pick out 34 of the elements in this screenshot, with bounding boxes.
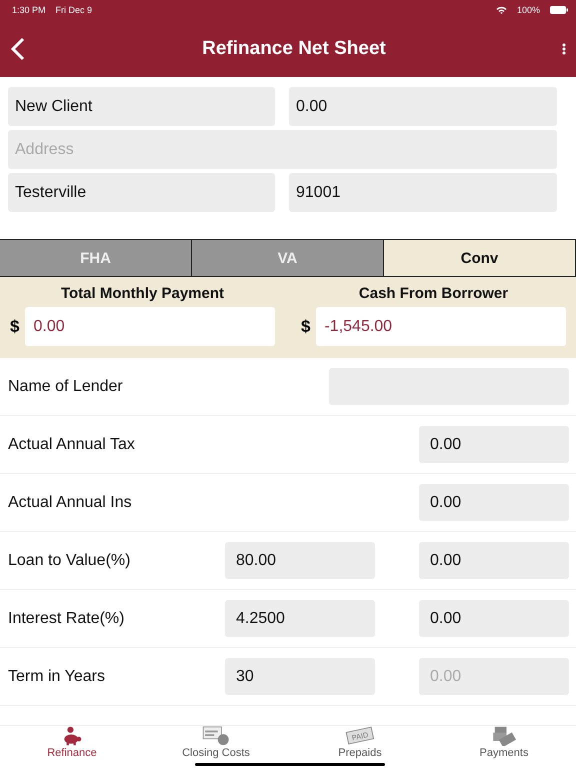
row-label: Actual Annual Tax [8,436,136,454]
input-field[interactable]: 91001 [289,173,557,212]
row-label: Interest Rate(%) [8,610,126,628]
back-icon[interactable] [10,36,26,60]
amount-field[interactable]: 0.00 [25,307,275,346]
loan-type-tab[interactable]: Conv [383,240,576,276]
input-field[interactable]: 0.00 [419,542,569,579]
input-field[interactable]: Testerville [8,173,275,212]
row-label: Term in Years [8,668,106,686]
row-label: Actual Annual Ins [8,494,133,512]
battery-percent: 100% [516,5,540,15]
status-time: 1:30 PM [12,5,46,15]
input-field[interactable]: 80.00 [225,542,375,579]
currency-sign: $ [301,316,310,336]
input-field[interactable]: 0.00 [289,87,557,126]
input-field[interactable]: 0.00 [419,426,569,463]
row-label: Name of Lender [8,378,124,396]
tab-bar-item[interactable]: Refinance [0,726,144,768]
input-field[interactable]: 0.00 [419,484,569,521]
currency-sign: $ [10,316,20,336]
row-label: Loan to Value(%) [8,552,132,570]
status-date: Fri Dec 9 [56,5,92,15]
screen-title: Refinance Net Sheet [201,38,387,60]
more-icon[interactable] [562,42,566,54]
input-field[interactable]: 30 [225,658,375,695]
wifi-icon [496,6,507,14]
input-field[interactable]: 4.2500 [225,600,375,637]
input-field[interactable]: 0.00 [419,600,569,637]
summary-label: Total Monthly Payment [60,285,226,302]
input-field[interactable]: New Client [8,87,275,126]
tab-bar-item[interactable]: Payments [432,726,576,768]
amount-field[interactable]: -1,545.00 [316,307,566,346]
battery-icon [550,6,568,14]
summary-label: Cash From Borrower [358,285,510,302]
